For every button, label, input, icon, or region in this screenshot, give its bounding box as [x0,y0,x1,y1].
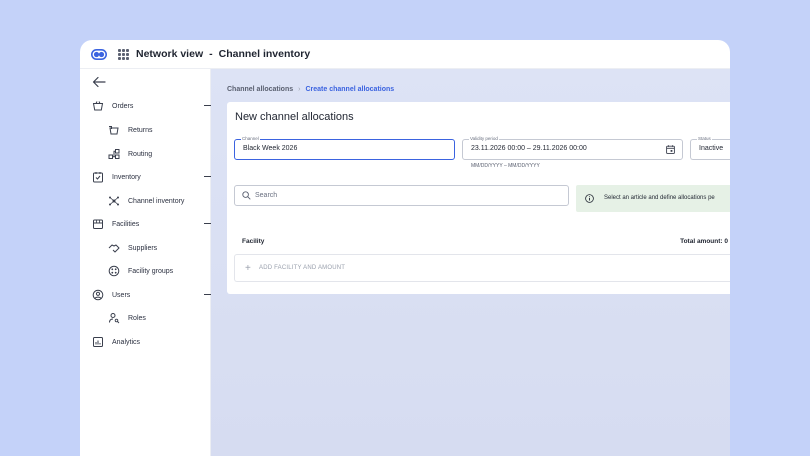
header-title: Network view [136,48,204,60]
routing-icon [108,149,120,159]
breadcrumb: Channel allocations › Create channel all… [227,86,394,93]
channel-field[interactable]: Channel Black Week 2026 [234,136,455,160]
collapse-icon[interactable] [204,105,211,106]
returns-icon [109,126,119,135]
sidebar-item-label: Inventory [112,173,141,181]
channel-field-value: Black Week 2026 [243,145,298,152]
search-placeholder: Search [255,192,278,199]
sidebar-item-label: Suppliers [128,244,158,252]
sidebar-item-label: Channel inventory [128,197,185,205]
facility-column-header: Facility [242,238,265,245]
sidebar-item-label: Analytics [112,338,141,346]
sidebar-item-orders[interactable]: Orders [92,98,211,114]
chevron-right-icon: › [298,86,301,93]
add-facility-label: ADD FACILITY AND AMOUNT [259,265,346,271]
clipboard-check-icon [93,172,103,183]
form-title: New channel allocations [235,111,354,123]
header-separator: - [209,48,213,60]
breadcrumb-current[interactable]: Create channel allocations [305,86,394,93]
validity-period-value: 23.11.2026 00:00 – 29.11.2026 00:00 [471,145,587,152]
chart-icon [93,337,103,347]
sidebar-item-suppliers[interactable]: Suppliers [108,240,157,256]
collapse-icon[interactable] [204,223,211,224]
handshake-icon [108,244,120,253]
channel-network-icon [109,196,119,206]
status-select[interactable]: Status Inactive [690,136,730,160]
validity-period-label: Validity period [469,136,499,142]
sidebar: Orders Returns Routing Inventory Channel… [80,69,211,456]
page-title: Network view - Channel inventory [136,48,310,60]
sidebar-item-facilities[interactable]: Facilities [92,216,211,232]
user-key-icon [109,313,120,324]
sidebar-item-returns[interactable]: Returns [108,122,153,138]
sidebar-item-label: Facility groups [128,267,174,275]
channel-field-label: Channel [241,136,260,142]
back-arrow-icon[interactable] [92,76,106,88]
collapse-icon[interactable] [204,176,211,177]
add-facility-button[interactable]: + ADD FACILITY AND AMOUNT [234,254,730,282]
sidebar-item-label: Roles [128,314,146,322]
status-label: Status [697,136,712,142]
validity-period-field[interactable]: Validity period 23.11.2026 00:00 – 29.11… [462,136,683,160]
search-input[interactable]: Search [234,185,569,206]
header-subtitle: Channel inventory [218,48,311,60]
brand-logo-icon[interactable] [91,49,107,60]
app-window: Network view - Channel inventory Orders Re… [80,40,730,456]
apps-grid-icon[interactable] [118,49,129,60]
calendar-icon[interactable] [666,145,675,154]
allocation-form-card: New channel allocations Channel Black We… [227,102,730,294]
search-icon [242,191,251,200]
sidebar-item-label: Facilities [112,220,140,228]
sidebar-item-users[interactable]: Users [92,287,211,303]
grid-circle-icon [108,265,120,277]
info-banner: Select an article and define allocations… [576,185,730,212]
sidebar-item-label: Orders [112,102,134,110]
sidebar-item-label: Returns [128,126,153,134]
main-content: Channel allocations › Create channel all… [211,69,730,456]
user-circle-icon [92,289,104,301]
store-icon [93,219,103,229]
sidebar-item-analytics[interactable]: Analytics [92,334,140,350]
sidebar-item-inventory[interactable]: Inventory [92,169,211,185]
sidebar-item-label: Users [112,291,131,299]
info-message: Select an article and define allocations… [604,195,715,201]
plus-icon: + [245,263,251,274]
status-value: Inactive [699,145,724,152]
top-bar: Network view - Channel inventory [80,40,730,69]
collapse-icon[interactable] [204,294,211,295]
sidebar-item-label: Routing [128,150,153,158]
info-icon [585,194,594,203]
breadcrumb-parent-link[interactable]: Channel allocations [227,86,293,93]
shopping-basket-icon [92,101,104,111]
sidebar-item-routing[interactable]: Routing [108,146,152,162]
total-amount: Total amount: 0 [680,238,728,245]
sidebar-item-facility-groups[interactable]: Facility groups [108,263,173,279]
sidebar-item-roles[interactable]: Roles [108,310,146,326]
sidebar-item-channel-inventory[interactable]: Channel inventory [108,193,184,209]
validity-period-hint: MM/DD/YYYY – MM/DD/YYYY [471,163,540,169]
